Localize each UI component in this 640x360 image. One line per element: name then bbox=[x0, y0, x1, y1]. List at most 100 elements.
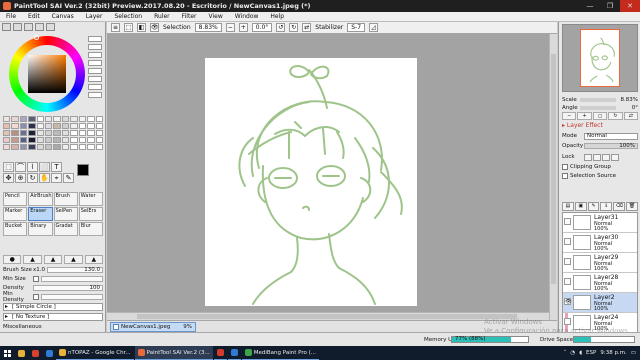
hsv-slider-tab[interactable] bbox=[24, 23, 33, 31]
quick-swatch[interactable] bbox=[88, 52, 102, 58]
visibility-toggle[interactable] bbox=[564, 278, 571, 285]
palette-swatch[interactable] bbox=[3, 137, 11, 143]
shape-tool[interactable]: ⬜ bbox=[39, 162, 50, 172]
new-linework-button[interactable]: ✎ bbox=[587, 202, 600, 211]
palette-swatch[interactable] bbox=[19, 137, 28, 143]
layer-item[interactable]: Layer29 Normal 100% bbox=[563, 253, 637, 273]
quick-swatch[interactable] bbox=[88, 92, 102, 98]
layer-item[interactable]: Layer31 Normal 100% bbox=[563, 213, 637, 233]
palette-swatch[interactable] bbox=[36, 116, 45, 122]
palette-swatch[interactable] bbox=[45, 137, 53, 143]
menu-selection[interactable]: Selection bbox=[108, 12, 148, 21]
layer-item-active[interactable]: 👁 Layer2 Normal 100% bbox=[563, 293, 637, 313]
tip-shape-option[interactable]: ▲ bbox=[84, 255, 104, 264]
canvas-paper[interactable] bbox=[205, 58, 417, 306]
delete-layer-button[interactable]: 🗑 bbox=[626, 202, 638, 211]
snap-icon[interactable]: ◿ bbox=[369, 23, 379, 32]
visibility-toggle[interactable] bbox=[564, 238, 571, 245]
hand-tool[interactable]: ✋ bbox=[39, 173, 50, 183]
palette-swatch[interactable] bbox=[28, 130, 36, 136]
brush-selpen[interactable]: SelPen bbox=[53, 207, 78, 221]
taskbar-pinned-app[interactable] bbox=[28, 346, 42, 360]
min-size-checkbox[interactable] bbox=[33, 276, 39, 282]
hue-marker[interactable] bbox=[34, 35, 39, 40]
palette-swatch[interactable] bbox=[95, 123, 103, 129]
palette-swatch[interactable] bbox=[87, 116, 95, 122]
taskbar-task-chrome[interactable]: nTOPAZ - Google Chr... bbox=[56, 346, 134, 360]
taskbar-task[interactable] bbox=[227, 346, 241, 360]
brush-brush[interactable]: Brush bbox=[53, 192, 78, 206]
palette-swatch[interactable] bbox=[45, 130, 53, 136]
palette-swatch[interactable] bbox=[70, 137, 78, 143]
nav-rotate-button[interactable]: ↻ bbox=[608, 112, 623, 120]
zoom-in-icon[interactable]: + bbox=[238, 23, 248, 32]
palette-swatch[interactable] bbox=[78, 123, 87, 129]
zoom-out-icon[interactable]: − bbox=[225, 23, 235, 32]
brush-eraser[interactable]: Eraser bbox=[28, 207, 53, 221]
palette-swatch[interactable] bbox=[53, 137, 61, 143]
palette-swatch[interactable] bbox=[53, 144, 61, 150]
menu-icon[interactable]: ≡ bbox=[111, 23, 120, 32]
menu-canvas[interactable]: Canvas bbox=[46, 12, 80, 21]
min-density-checkbox[interactable] bbox=[33, 294, 39, 300]
layer-item[interactable]: Layer30 Normal 100% bbox=[563, 233, 637, 253]
horizontal-scroll-thumb[interactable] bbox=[137, 314, 517, 319]
clear-layer-button[interactable]: ⌫ bbox=[613, 202, 626, 211]
tip-shape-option[interactable]: ▲ bbox=[64, 255, 83, 264]
palette-swatch[interactable] bbox=[70, 130, 78, 136]
move-tool[interactable]: ✥ bbox=[3, 173, 14, 183]
rotate-left-icon[interactable]: ↺ bbox=[276, 23, 286, 32]
palette-swatch[interactable] bbox=[3, 116, 11, 122]
palette-swatch[interactable] bbox=[95, 130, 103, 136]
menu-layer[interactable]: Layer bbox=[80, 12, 109, 21]
palette-swatch[interactable] bbox=[36, 137, 45, 143]
quick-swatch[interactable] bbox=[88, 60, 102, 66]
palette-swatch[interactable] bbox=[45, 116, 53, 122]
language-indicator[interactable]: ESP bbox=[586, 350, 596, 356]
blend-mode-select[interactable]: Normal bbox=[584, 132, 638, 140]
palette-swatch[interactable] bbox=[53, 130, 61, 136]
menu-ruler[interactable]: Ruler bbox=[148, 12, 176, 21]
nav-reset-button[interactable]: ◻ bbox=[592, 112, 608, 120]
brush-texture-dropdown[interactable]: [ No Texture ] bbox=[3, 313, 103, 321]
rotate-tool[interactable]: ↻ bbox=[27, 173, 38, 183]
rgb-slider-tab[interactable] bbox=[13, 23, 22, 31]
palette-swatch[interactable] bbox=[45, 123, 53, 129]
quick-swatch[interactable] bbox=[88, 68, 102, 74]
eyedropper-tool[interactable]: ⌖ bbox=[51, 173, 62, 183]
visibility-toggle[interactable]: 👁 bbox=[564, 298, 571, 305]
palette-swatch[interactable] bbox=[87, 144, 95, 150]
palette-swatch[interactable] bbox=[19, 144, 28, 150]
nav-zoom-in-button[interactable]: + bbox=[577, 112, 592, 120]
layer-item[interactable]: Layer28 Normal 100% bbox=[563, 273, 637, 293]
color-wheel[interactable] bbox=[9, 35, 85, 112]
swatches-tab[interactable] bbox=[35, 23, 44, 31]
invert-selection-icon[interactable]: ◧ bbox=[137, 23, 146, 32]
zoom-field[interactable]: 8.83% bbox=[194, 23, 222, 32]
tip-shape-option[interactable]: ▲ bbox=[43, 255, 63, 264]
palette-swatch[interactable] bbox=[61, 144, 70, 150]
vertical-scroll-thumb[interactable] bbox=[551, 54, 556, 284]
select-rect-tool[interactable]: ⬚ bbox=[3, 162, 14, 172]
lock-paint-icon[interactable] bbox=[602, 153, 610, 161]
minimize-button[interactable]: — bbox=[580, 0, 600, 12]
palette-swatch[interactable] bbox=[61, 116, 70, 122]
quick-swatch[interactable] bbox=[88, 44, 102, 50]
visibility-toggle[interactable] bbox=[564, 258, 571, 265]
flip-icon[interactable]: ⇄ bbox=[302, 23, 312, 32]
menu-file[interactable]: File bbox=[0, 12, 22, 21]
palette-swatch[interactable] bbox=[53, 123, 61, 129]
palette-swatch[interactable] bbox=[3, 130, 11, 136]
network-icon[interactable]: ◔ bbox=[570, 350, 575, 356]
menu-view[interactable]: View bbox=[202, 12, 228, 21]
palette-swatch[interactable] bbox=[70, 116, 78, 122]
horizontal-scrollbar[interactable] bbox=[107, 312, 549, 320]
maximize-button[interactable]: ❐ bbox=[600, 0, 620, 12]
palette-swatch[interactable] bbox=[95, 144, 103, 150]
navigator-preview[interactable] bbox=[562, 24, 638, 92]
magic-wand-tool[interactable]: ⌇ bbox=[27, 162, 38, 172]
show-hidden-icons[interactable]: ˄ bbox=[564, 350, 567, 356]
scratchpad-tab[interactable] bbox=[46, 23, 55, 31]
brush-gradation[interactable]: Gradat bbox=[53, 222, 78, 236]
palette-swatch[interactable] bbox=[19, 116, 28, 122]
